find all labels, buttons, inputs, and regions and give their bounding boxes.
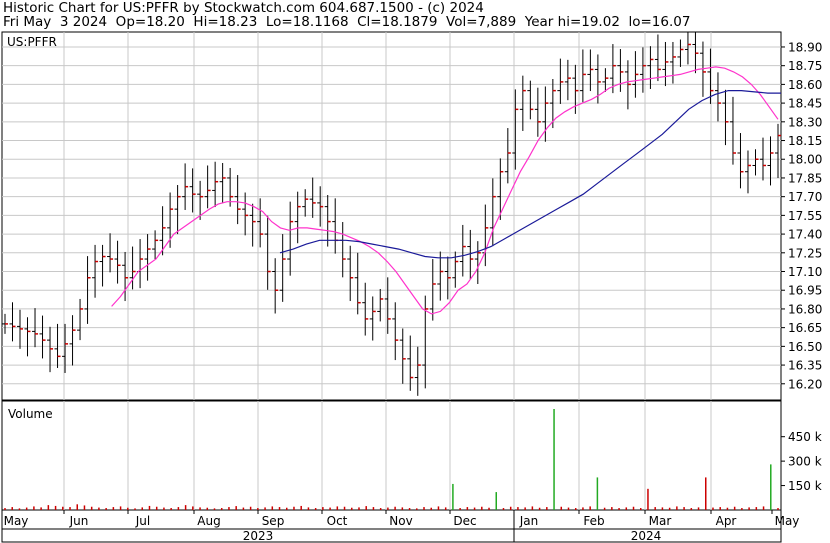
price-tick-label: 18.00	[788, 153, 822, 167]
year-label: 2024	[631, 529, 662, 543]
price-tick-label: 18.15	[788, 134, 822, 148]
ma-short-line	[111, 66, 779, 315]
price-tick-label: 17.25	[788, 246, 822, 260]
price-tick-label: 16.95	[788, 284, 822, 298]
price-tick-label: 18.75	[788, 59, 822, 73]
month-label: Apr	[716, 514, 737, 528]
price-tick-label: 18.30	[788, 115, 822, 129]
price-tick-label: 18.45	[788, 97, 822, 111]
price-tick-label: 17.70	[788, 190, 822, 204]
month-label: Dec	[453, 514, 476, 528]
month-label: May	[775, 514, 800, 528]
price-tick-label: 17.55	[788, 209, 822, 223]
price-tick-label: 17.10	[788, 265, 822, 279]
price-tick-label: 16.50	[788, 340, 822, 354]
month-label: Nov	[389, 514, 412, 528]
volume-panel-frame	[1, 400, 782, 511]
year-label: 2023	[243, 529, 274, 543]
price-tick-label: 16.35	[788, 359, 822, 373]
price-panel-frame	[1, 31, 782, 401]
price-tick-label: 16.65	[788, 321, 822, 335]
month-label: Jul	[135, 514, 150, 528]
volume-title: Volume	[8, 407, 53, 421]
month-label: Mar	[649, 514, 672, 528]
price-tick-label: 17.85	[788, 171, 822, 185]
price-tick-label: 18.90	[788, 40, 822, 54]
month-label: Sep	[262, 514, 285, 528]
month-label: Oct	[327, 514, 348, 528]
price-tick-label: 16.80	[788, 302, 822, 316]
volume-tick-label: 300 k	[788, 455, 822, 469]
month-label: Aug	[197, 514, 220, 528]
price-tick-label: 16.20	[788, 377, 822, 391]
price-tick-label: 17.40	[788, 228, 822, 242]
month-label: Jan	[519, 514, 539, 528]
month-label: Feb	[583, 514, 604, 528]
volume-tick-label: 150 k	[788, 479, 822, 493]
month-label: May	[4, 514, 29, 528]
month-label: Jun	[69, 514, 89, 528]
price-tick-label: 18.60	[788, 78, 822, 92]
chart-symbol-label: US:PFFR	[7, 35, 57, 49]
volume-tick-label: 450 k	[788, 430, 822, 444]
stock-chart: 16.20 16.35 16.50 16.65 16.80 16.95 17.10 17.25…	[1, 31, 822, 543]
